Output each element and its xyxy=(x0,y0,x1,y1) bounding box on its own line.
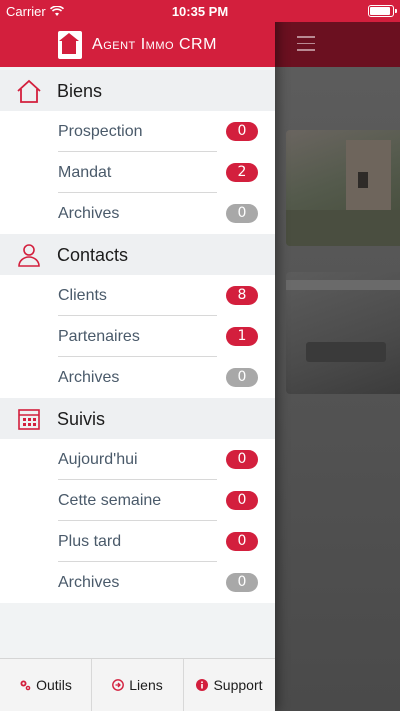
menu-icon[interactable] xyxy=(297,36,315,51)
property-card-image[interactable] xyxy=(286,130,400,246)
clock: 10:35 PM xyxy=(171,4,229,19)
drawer-header: Agent Immo CRM xyxy=(0,22,275,67)
section-header-suivis[interactable]: Suivis xyxy=(0,398,275,439)
battery-icon xyxy=(368,5,397,17)
menu-item-cette-semaine[interactable]: Cette semaine 0 xyxy=(0,480,275,521)
menu-item-mandat[interactable]: Mandat 2 xyxy=(0,152,275,193)
section-title: Biens xyxy=(57,81,103,101)
person-icon xyxy=(18,244,40,267)
menu-item-biens-archives[interactable]: Archives 0 xyxy=(0,193,275,234)
count-badge: 0 xyxy=(226,491,258,510)
menu-item-contacts-archives[interactable]: Archives 0 xyxy=(0,357,275,398)
count-badge: 1 xyxy=(226,327,258,346)
tools-label: Outils xyxy=(36,677,72,693)
links-label: Liens xyxy=(129,677,163,693)
menu-item-clients[interactable]: Clients 8 xyxy=(0,275,275,316)
section-title: Suivis xyxy=(57,409,106,429)
calendar-icon xyxy=(18,409,40,430)
property-card-image[interactable] xyxy=(286,272,400,394)
support-label: Support xyxy=(213,677,263,693)
menu-item-prospection[interactable]: Prospection 0 xyxy=(0,111,275,152)
house-icon xyxy=(17,79,41,103)
menu-item-aujourdhui[interactable]: Aujourd'hui 0 xyxy=(0,439,275,480)
count-badge: 0 xyxy=(226,573,258,592)
gears-icon xyxy=(20,680,31,691)
menu-item-suivis-archives[interactable]: Archives 0 xyxy=(0,562,275,603)
count-badge: 0 xyxy=(226,122,258,141)
count-badge: 2 xyxy=(226,163,258,182)
drawer-footer: Outils Liens Support xyxy=(0,658,275,711)
info-icon xyxy=(196,679,209,691)
arrow-circle-icon xyxy=(112,679,125,691)
section-title: Contacts xyxy=(57,245,129,265)
status-bar: Carrier 10:35 PM xyxy=(0,0,400,22)
support-button[interactable]: Support xyxy=(184,659,275,711)
links-button[interactable]: Liens xyxy=(92,659,184,711)
app-logo-icon xyxy=(58,30,83,59)
count-badge: 0 xyxy=(226,532,258,551)
count-badge: 8 xyxy=(226,286,258,305)
tools-button[interactable]: Outils xyxy=(0,659,92,711)
main-content-overlay[interactable] xyxy=(275,0,400,711)
app-title: Agent Immo CRM xyxy=(92,35,217,53)
menu-item-plus-tard[interactable]: Plus tard 0 xyxy=(0,521,275,562)
section-header-biens[interactable]: Biens xyxy=(0,70,275,111)
count-badge: 0 xyxy=(226,204,258,223)
section-header-contacts[interactable]: Contacts xyxy=(0,234,275,275)
count-badge: 0 xyxy=(226,450,258,469)
count-badge: 0 xyxy=(226,368,258,387)
main-header xyxy=(275,22,400,67)
side-drawer: Agent Immo CRM Biens Prospection 0 Manda… xyxy=(0,0,275,711)
menu-item-partenaires[interactable]: Partenaires 1 xyxy=(0,316,275,357)
